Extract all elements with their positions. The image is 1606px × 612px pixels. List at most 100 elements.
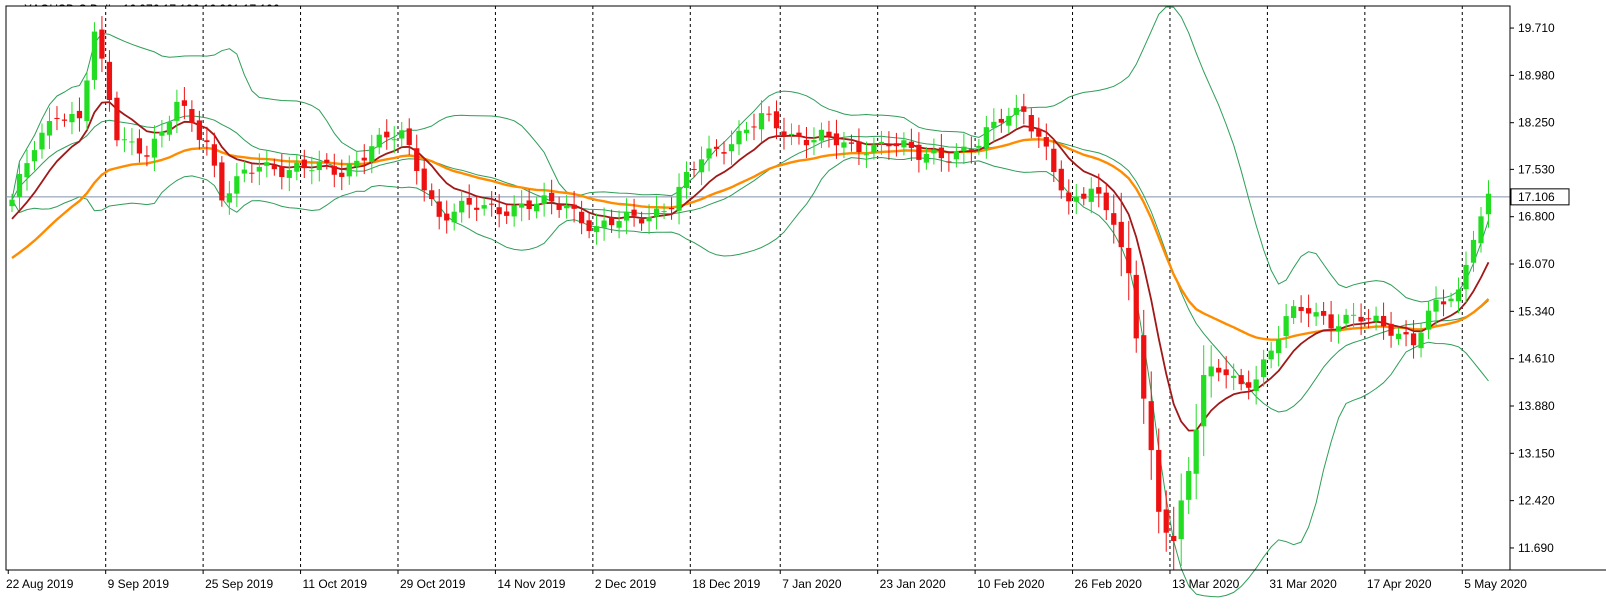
candle-body xyxy=(661,211,667,213)
last-price-label: 17.106 xyxy=(1518,190,1555,204)
candle-body xyxy=(9,199,15,207)
time-tick-label: 22 Aug 2019 xyxy=(6,577,74,591)
candle-body xyxy=(863,154,870,156)
price-tick-label: 16.800 xyxy=(1518,210,1555,224)
candle-body xyxy=(1350,314,1357,316)
candle-body xyxy=(106,61,113,101)
plot-frame xyxy=(5,5,1511,571)
time-tick-label: 18 Dec 2019 xyxy=(692,577,760,591)
candle-body xyxy=(916,144,922,160)
candle-body xyxy=(1291,306,1297,318)
candle-body xyxy=(578,211,585,224)
candle-body xyxy=(1148,401,1154,451)
candle-body xyxy=(511,205,517,217)
price-tick-label: 18.980 xyxy=(1518,68,1555,82)
candle-body xyxy=(151,138,158,158)
candle-body xyxy=(406,128,412,146)
candle-body xyxy=(264,162,270,166)
candle-body xyxy=(908,141,915,148)
candle-body xyxy=(1096,187,1102,194)
candle-body xyxy=(1156,449,1162,512)
candle-body xyxy=(481,205,487,209)
candle-body xyxy=(938,147,944,159)
candle-body xyxy=(526,200,532,210)
candle-body xyxy=(1193,429,1199,474)
candle-body xyxy=(1418,332,1424,349)
price-tick-label: 13.880 xyxy=(1518,399,1555,413)
candle-body xyxy=(668,207,675,210)
candle-body xyxy=(1058,168,1064,191)
candle-body xyxy=(61,119,68,121)
candle-body xyxy=(354,160,360,167)
candle-body xyxy=(878,141,885,144)
candle-body xyxy=(638,219,645,224)
candle-body xyxy=(1395,333,1402,339)
candle-body xyxy=(751,126,757,128)
candle-body xyxy=(444,213,450,221)
candle-body xyxy=(893,143,900,147)
candle-body xyxy=(796,132,802,137)
candle xyxy=(114,91,120,147)
candle-body xyxy=(1485,193,1492,215)
candle-body xyxy=(1440,301,1447,305)
candle-body xyxy=(1163,509,1169,533)
candle-body xyxy=(1455,289,1462,302)
candle-body xyxy=(129,141,135,143)
candle-body xyxy=(931,149,937,154)
grid-layer xyxy=(5,5,1511,571)
time-tick-label: 23 Jan 2020 xyxy=(880,577,946,591)
candle-body xyxy=(346,163,352,177)
candle-body xyxy=(826,131,832,137)
price-tick-label: 14.610 xyxy=(1518,352,1555,366)
candle-body xyxy=(376,134,382,148)
candle-body xyxy=(256,166,262,172)
candle-body xyxy=(181,100,188,106)
candle-body xyxy=(901,140,907,148)
candle-body xyxy=(399,130,405,139)
candle-body xyxy=(758,113,765,130)
candle-body xyxy=(271,165,277,170)
candle-body xyxy=(788,133,795,135)
candle-body xyxy=(871,144,877,153)
candle-body xyxy=(211,144,217,166)
candle-body xyxy=(923,153,930,163)
candle-body xyxy=(1478,216,1484,244)
candle-body xyxy=(361,157,367,161)
candle-body xyxy=(1028,115,1034,132)
candle-body xyxy=(781,131,787,136)
candle-body xyxy=(1216,367,1222,373)
candle-body xyxy=(743,129,750,134)
candle-body xyxy=(728,144,735,152)
candle-body xyxy=(241,169,247,174)
candle-body xyxy=(683,172,690,189)
candle-body xyxy=(698,159,705,173)
candle-body xyxy=(833,133,840,146)
candle-body xyxy=(1036,128,1042,137)
time-tick-label: 31 Mar 2020 xyxy=(1269,577,1337,591)
time-tick-label: 14 Nov 2019 xyxy=(497,577,565,591)
candle-body xyxy=(968,149,974,152)
candle-body xyxy=(1463,264,1469,290)
candle-body xyxy=(294,162,300,172)
candle-body xyxy=(676,186,682,211)
time-tick-label: 5 May 2020 xyxy=(1464,577,1527,591)
time-tick-label: 13 Mar 2020 xyxy=(1172,577,1240,591)
candle-body xyxy=(886,144,892,147)
candle-body xyxy=(803,139,810,146)
candle-body xyxy=(1073,196,1079,202)
candle-body xyxy=(339,172,345,177)
time-tick-label: 17 Apr 2020 xyxy=(1367,577,1432,591)
candle-body xyxy=(1470,239,1477,263)
candle-body xyxy=(1373,315,1379,322)
candle-body xyxy=(1133,274,1139,339)
price-chart[interactable]: 19.710 18.980 18.250 17.530 16.800 16.070 15.3… xyxy=(0,0,1606,612)
candle-body xyxy=(421,168,427,191)
candle-body xyxy=(391,139,397,141)
candle-body xyxy=(474,207,480,210)
candle-body xyxy=(623,211,630,221)
candle-body xyxy=(1268,350,1274,360)
candle-body xyxy=(1238,375,1244,385)
candle-body xyxy=(1201,374,1207,427)
candle-body xyxy=(1141,335,1147,399)
candle-body xyxy=(848,142,855,144)
